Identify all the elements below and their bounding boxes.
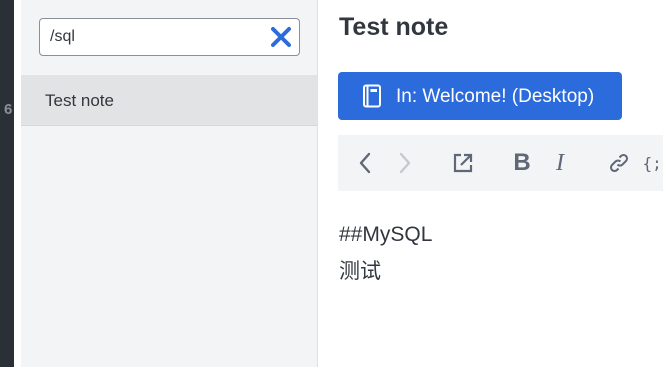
external-link-icon — [453, 153, 473, 173]
link-icon — [609, 153, 629, 173]
search-input[interactable] — [50, 26, 260, 48]
note-list-item[interactable]: Test note — [21, 75, 317, 126]
note-body[interactable]: ##MySQL 测试 — [339, 216, 432, 290]
note-list-panel: Test note — [21, 0, 318, 367]
chevron-left-icon — [359, 152, 371, 174]
notebook-button-label: In: Welcome! (Desktop) — [396, 86, 595, 107]
notebook-button[interactable]: In: Welcome! (Desktop) — [338, 72, 622, 120]
body-line: ##MySQL — [339, 223, 433, 246]
code-button[interactable]: {;} — [643, 149, 663, 177]
search-box — [39, 18, 300, 56]
notebook-icon — [362, 84, 382, 108]
sidebar-strip: 6 — [0, 0, 14, 367]
link-button[interactable] — [605, 149, 633, 177]
note-title[interactable]: Test note — [339, 13, 448, 42]
forward-button[interactable] — [391, 149, 419, 177]
bold-button[interactable]: B — [508, 149, 536, 177]
editor-toolbar: B I {;} — [338, 135, 663, 191]
clear-search-icon[interactable] — [269, 25, 293, 49]
app-window: 6 Test note Test note In: We — [0, 0, 663, 367]
italic-button[interactable]: I — [546, 149, 574, 177]
sidebar-count: 6 — [4, 101, 13, 118]
note-list-item-title: Test note — [45, 91, 114, 110]
note-editor: Test note In: Welcome! (Desktop) B I {; … — [319, 0, 663, 367]
body-line: 测试 — [339, 260, 381, 283]
open-external-button[interactable] — [449, 149, 477, 177]
back-button[interactable] — [351, 149, 379, 177]
chevron-right-icon — [399, 152, 411, 174]
